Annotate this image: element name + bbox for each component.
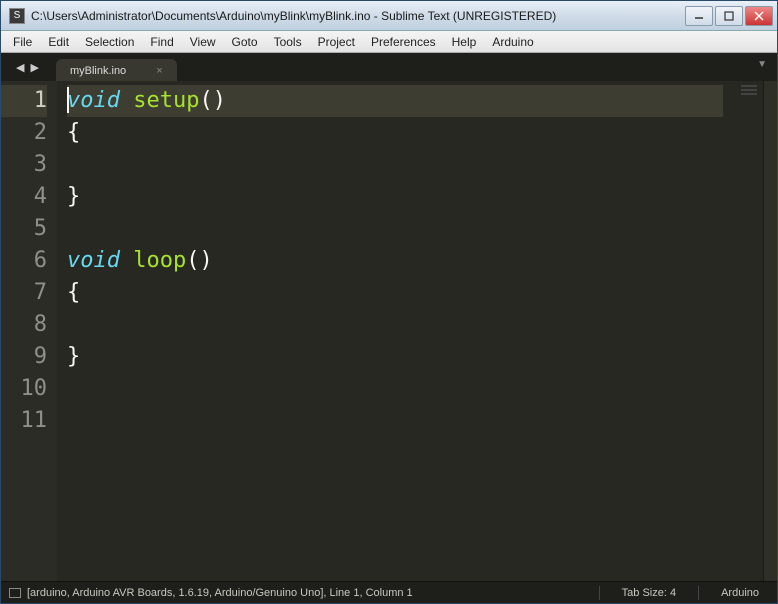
app-icon: S [9,8,25,24]
minimize-button[interactable] [685,6,713,26]
code-line[interactable] [67,309,723,341]
code-line[interactable]: void setup() [67,85,723,117]
minimap-preview [741,85,757,97]
status-separator [698,586,699,600]
statusbar: [arduino, Arduino AVR Boards, 1.6.19, Ar… [1,581,777,603]
code-line[interactable]: } [67,181,723,213]
tab-close-icon[interactable]: × [156,65,162,77]
window-titlebar: S C:\Users\Administrator\Documents\Ardui… [1,1,777,31]
minimize-icon [694,11,704,21]
token: void [67,88,120,113]
line-number: 4 [1,181,47,213]
status-info: [arduino, Arduino AVR Boards, 1.6.19, Ar… [27,587,413,599]
menu-edit[interactable]: Edit [40,33,77,51]
close-icon [754,11,764,21]
token: void [67,248,120,273]
menu-preferences[interactable]: Preferences [363,33,444,51]
code-line[interactable] [67,405,723,437]
code-line[interactable]: void loop() [67,245,723,277]
line-number: 7 [1,277,47,309]
line-number: 8 [1,309,47,341]
token: } [67,184,80,209]
tab-myblink[interactable]: myBlink.ino × [56,59,177,81]
tabstrip: ◀ ▶ myBlink.ino × ▼ [1,53,777,81]
menu-find[interactable]: Find [142,33,181,51]
tab-forward-icon[interactable]: ▶ [27,61,41,74]
menu-view[interactable]: View [182,33,224,51]
token: setup [133,88,199,113]
vertical-scrollbar[interactable] [763,81,777,581]
minimap[interactable] [723,81,763,581]
maximize-button[interactable] [715,6,743,26]
menu-goto[interactable]: Goto [224,33,266,51]
code-line[interactable]: { [67,277,723,309]
line-number: 10 [1,373,47,405]
status-separator [599,586,600,600]
code-line[interactable]: { [67,117,723,149]
line-number: 9 [1,341,47,373]
token: loop [133,248,186,273]
menubar: File Edit Selection Find View Goto Tools… [1,31,777,53]
line-number: 3 [1,149,47,181]
line-number: 1 [1,85,47,117]
text-caret [67,87,69,113]
tab-label: myBlink.ino [70,65,126,77]
menu-help[interactable]: Help [444,33,485,51]
token: () [186,248,213,273]
gutter: 1234567891011 [1,81,57,581]
close-button[interactable] [745,6,773,26]
window-controls [685,6,773,26]
token: } [67,344,80,369]
tab-overflow-icon[interactable]: ▼ [757,59,767,70]
code-line[interactable] [67,149,723,181]
editor[interactable]: 1234567891011 void setup(){}void loop(){… [1,81,777,581]
line-number: 5 [1,213,47,245]
code-line[interactable] [67,373,723,405]
menu-project[interactable]: Project [310,33,363,51]
line-number: 6 [1,245,47,277]
line-number: 11 [1,405,47,437]
token: () [199,88,226,113]
menu-file[interactable]: File [5,33,40,51]
token [120,248,133,273]
tab-back-icon[interactable]: ◀ [13,61,27,74]
line-number: 2 [1,117,47,149]
status-left: [arduino, Arduino AVR Boards, 1.6.19, Ar… [9,587,587,599]
token [120,88,133,113]
menu-selection[interactable]: Selection [77,33,142,51]
maximize-icon [724,11,734,21]
menu-tools[interactable]: Tools [266,33,310,51]
token: { [67,280,80,305]
code-area[interactable]: void setup(){}void loop(){} [57,81,723,581]
status-panel-icon[interactable] [9,588,21,598]
window-title: C:\Users\Administrator\Documents\Arduino… [31,9,685,23]
status-syntax[interactable]: Arduino [711,587,769,599]
code-line[interactable] [67,213,723,245]
tab-nav: ◀ ▶ [5,53,50,81]
menu-arduino[interactable]: Arduino [484,33,541,51]
status-tabsize[interactable]: Tab Size: 4 [612,587,686,599]
code-line[interactable]: } [67,341,723,373]
token: { [67,120,80,145]
